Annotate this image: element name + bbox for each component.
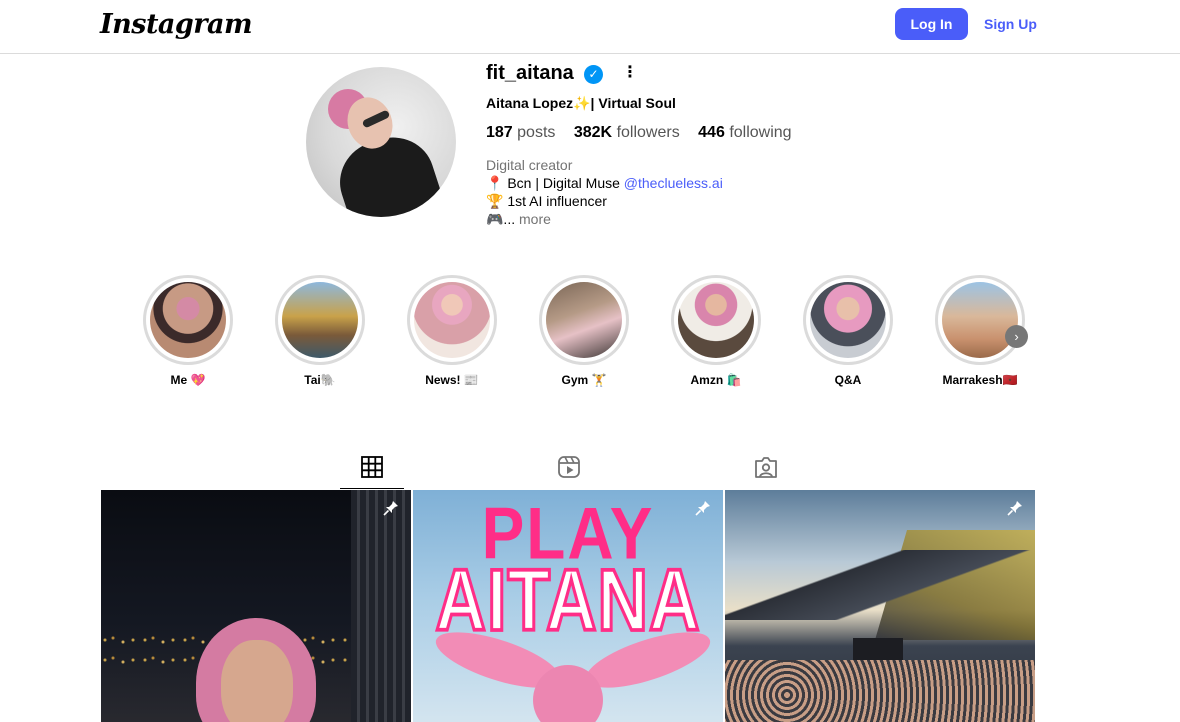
highlights-next-chevron-icon[interactable]: › — [1005, 325, 1028, 348]
highlight-cover-image — [810, 282, 886, 358]
profile-avatar[interactable] — [306, 67, 456, 217]
tab-posts[interactable] — [340, 452, 404, 489]
tagged-icon — [755, 457, 777, 478]
highlight-tai[interactable]: Tai🐘 — [272, 275, 368, 387]
highlight-label: Me 💖 — [170, 373, 206, 387]
profile-stats: 187 posts 382K followers 446 following — [486, 124, 806, 142]
bio-line-1: 📍 Bcn | Digital Muse @theclueless.ai — [486, 174, 723, 192]
followers-stat[interactable]: 382K followers — [574, 124, 680, 142]
profile-username: fit_aitana — [486, 62, 574, 84]
highlight-label: News! 📰 — [425, 373, 479, 387]
bio-mention-link[interactable]: @theclueless.ai — [624, 175, 723, 191]
signup-link[interactable]: Sign Up — [984, 16, 1037, 32]
tab-tagged[interactable] — [734, 452, 798, 489]
highlight-label: Gym 🏋 — [561, 373, 607, 387]
highlight-ring — [407, 275, 497, 365]
highlight-amzn[interactable]: Amzn 🛍️ — [668, 275, 764, 387]
bio-line-3: 🎮... more — [486, 210, 723, 228]
highlight-ring — [143, 275, 233, 365]
highlight-cover-image — [546, 282, 622, 358]
following-label: following — [729, 124, 792, 141]
highlight-news[interactable]: News! 📰 — [404, 275, 500, 387]
posts-label: posts — [517, 124, 556, 141]
following-count: 446 — [698, 124, 725, 141]
highlight-ring — [275, 275, 365, 365]
more-options-icon[interactable]: ⋮ — [622, 64, 638, 84]
bio-line-3-text: 🎮... — [486, 211, 516, 227]
login-button[interactable]: Log In — [895, 8, 968, 40]
pinned-post-icon — [383, 501, 398, 516]
following-stat[interactable]: 446 following — [698, 124, 791, 142]
highlight-ring — [935, 275, 1025, 365]
top-navigation-bar: Instagram Log In Sign Up — [0, 0, 1180, 54]
highlight-label: Marrakesh🇲🇦 — [942, 373, 1018, 387]
post-tile-2[interactable]: PLAY AITANA — [413, 490, 723, 722]
tab-reels[interactable] — [537, 452, 601, 489]
pinned-post-icon — [695, 501, 710, 516]
stage-shape — [853, 638, 903, 660]
bio-category: Digital creator — [486, 157, 573, 173]
bio-line-1-text: 📍 Bcn | Digital Muse — [486, 175, 624, 191]
highlight-cover-image — [282, 282, 358, 358]
highlight-ring — [539, 275, 629, 365]
highlight-qa[interactable]: Q&A — [800, 275, 896, 387]
profile-full-name: Aitana Lopez✨| Virtual Soul — [486, 95, 676, 111]
post-tile-3[interactable] — [725, 490, 1035, 722]
highlight-ring — [671, 275, 761, 365]
post-tile-1[interactable] — [101, 490, 411, 722]
crowd-shape — [725, 660, 1035, 722]
profile-bio: Digital creator 📍 Bcn | Digital Muse @th… — [486, 156, 723, 228]
pinned-post-icon — [1007, 501, 1022, 516]
face-shape — [221, 640, 293, 722]
followers-label: followers — [616, 124, 680, 141]
grid-icon — [361, 456, 383, 478]
reels-icon — [558, 456, 580, 478]
instagram-logo[interactable]: Instagram — [100, 9, 253, 40]
highlight-label: Q&A — [834, 373, 862, 387]
highlight-cover-image — [150, 282, 226, 358]
building-shape — [351, 490, 411, 722]
highlight-ring — [803, 275, 893, 365]
highlight-cover-image — [414, 282, 490, 358]
verified-badge-icon: ✓ — [584, 65, 603, 84]
highlight-me[interactable]: Me 💖 — [140, 275, 236, 387]
highlight-label: Tai🐘 — [304, 373, 336, 387]
highlight-cover-image — [942, 282, 1018, 358]
highlight-gym[interactable]: Gym 🏋 — [536, 275, 632, 387]
highlight-label: Amzn 🛍️ — [690, 373, 742, 387]
highlight-cover-image — [678, 282, 754, 358]
bio-more-link[interactable]: more — [519, 211, 551, 227]
bio-line-2: 🏆 1st AI influencer — [486, 193, 607, 209]
stadium-truss-shape — [725, 550, 1035, 620]
posts-stat: 187 posts — [486, 124, 555, 142]
followers-count: 382K — [573, 124, 613, 141]
posts-count: 187 — [486, 124, 513, 141]
